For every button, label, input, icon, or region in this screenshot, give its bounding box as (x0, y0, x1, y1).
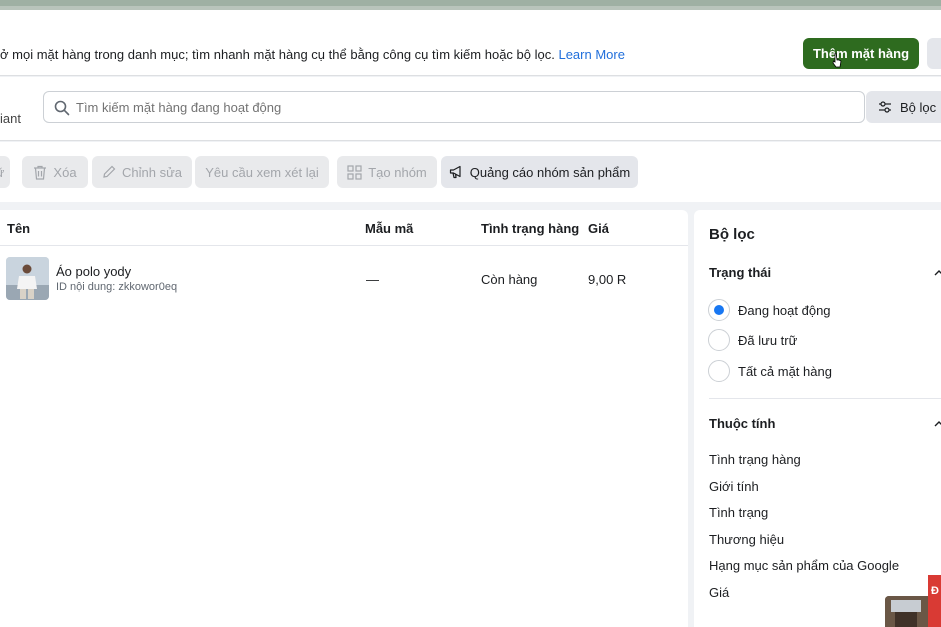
section-divider (709, 398, 941, 399)
edit-button-label: Chỉnh sửa (121, 164, 182, 180)
product-name[interactable]: Áo polo yody (56, 264, 131, 279)
create-group-label: Tạo nhóm (368, 164, 427, 180)
request-review-button[interactable]: Yêu cầu xem xét lại (195, 156, 329, 188)
radio-unselected[interactable] (708, 360, 730, 382)
attribute-label: Giới tính (709, 479, 759, 494)
attribute-label: Tình trạng (709, 505, 769, 520)
megaphone-icon (449, 165, 461, 179)
radio-unselected[interactable] (708, 329, 730, 351)
filter-button-label: Bộ lọc (900, 99, 937, 115)
attribute-filter-condition[interactable]: Tình trạng (709, 505, 941, 520)
attribute-label: Hạng mục sản phẩm của Google (709, 558, 900, 573)
product-content-id: ID nội dung: zkkowor0eq (56, 281, 178, 293)
attribute-label: Thương hiệu (709, 532, 785, 547)
page-header: ở mọi mặt hàng trong danh mục; tìm nhanh… (0, 10, 941, 76)
search-input[interactable] (76, 92, 836, 122)
column-header-name[interactable]: Tên (7, 221, 30, 236)
edit-button[interactable]: Chỉnh sửa (92, 156, 192, 188)
radio-selected[interactable] (708, 299, 730, 321)
status-section-title[interactable]: Trạng thái (709, 265, 771, 280)
filter-panel-title: Bộ lọc (709, 226, 755, 243)
search-box[interactable] (43, 91, 865, 123)
status-option-archived[interactable]: Đã lưu trữ (708, 329, 797, 351)
add-item-button[interactable]: Thêm mặt hàng (803, 38, 919, 69)
chevron-up-icon[interactable] (934, 268, 941, 278)
column-header-model[interactable]: Mẫu mã (365, 221, 413, 236)
advertise-group-label: Quảng cáo nhóm sản phẩm (469, 164, 631, 180)
attribute-label: Tình trạng hàng (709, 452, 801, 467)
filter-button[interactable]: Bộ lọc (866, 91, 941, 123)
archive-button[interactable]: ữ (0, 156, 10, 188)
search-bar: iant Bộ lọc (0, 77, 941, 141)
header-divider (0, 245, 688, 246)
products-table: Tên Mẫu mã Tình trạng hàng Giá Áo polo y… (0, 210, 688, 627)
attribute-label: Giá (709, 585, 730, 600)
more-options-button[interactable] (927, 38, 941, 69)
filter-sliders-icon (879, 101, 891, 113)
trash-icon (34, 165, 47, 180)
product-thumbnail (6, 257, 49, 300)
attributes-section-title[interactable]: Thuộc tính (709, 416, 775, 431)
red-overlay-tag: Đ (928, 575, 941, 627)
status-option-label: Đang hoạt động (738, 302, 831, 318)
column-header-price[interactable]: Giá (588, 221, 609, 236)
product-price: 9,00 R (588, 272, 627, 287)
archive-button-label: ữ (0, 165, 4, 180)
description-text: ở mọi mặt hàng trong danh mục; tìm nhanh… (0, 47, 555, 62)
attribute-filter-gender[interactable]: Giới tính (709, 479, 941, 494)
attribute-filter-brand[interactable]: Thương hiệu (709, 532, 941, 547)
mouse-cursor-icon (832, 52, 842, 68)
column-header-availability[interactable]: Tình trạng hàng (481, 221, 579, 236)
search-icon (54, 100, 70, 116)
action-toolbar: ữ Xóa Chỉnh sửa Yêu cầu xem xét lại Tạo … (0, 142, 941, 202)
product-availability: Còn hàng (481, 272, 538, 287)
product-model: — (366, 272, 379, 287)
create-group-button[interactable]: Tạo nhóm (337, 156, 437, 188)
status-option-label: Tất cả mặt hàng (738, 363, 832, 379)
learn-more-link[interactable]: Learn More (558, 47, 624, 62)
status-option-label: Đã lưu trữ (738, 332, 798, 348)
delete-button[interactable]: Xóa (22, 156, 88, 188)
status-option-active[interactable]: Đang hoạt động (708, 299, 831, 321)
attribute-filter-google-category[interactable]: Hạng mục sản phẩm của Google (709, 558, 941, 573)
video-overlay-thumbnail (885, 596, 928, 627)
pencil-icon (103, 165, 116, 178)
chevron-up-icon[interactable] (934, 419, 941, 429)
grid-icon (347, 164, 362, 180)
top-strip (0, 0, 941, 10)
variant-label: iant (0, 111, 21, 126)
top-strip-inner (0, 0, 941, 6)
delete-button-label: Xóa (53, 164, 77, 180)
status-option-all[interactable]: Tất cả mặt hàng (708, 360, 832, 382)
attribute-filter-availability[interactable]: Tình trạng hàng (709, 452, 941, 467)
filter-panel: Bộ lọc Trạng thái Đang hoạt động Đã lưu … (694, 210, 941, 627)
request-review-label: Yêu cầu xem xét lại (205, 164, 319, 180)
page-description: ở mọi mặt hàng trong danh mục; tìm nhanh… (0, 47, 625, 62)
advertise-group-button[interactable]: Quảng cáo nhóm sản phẩm (441, 156, 638, 188)
